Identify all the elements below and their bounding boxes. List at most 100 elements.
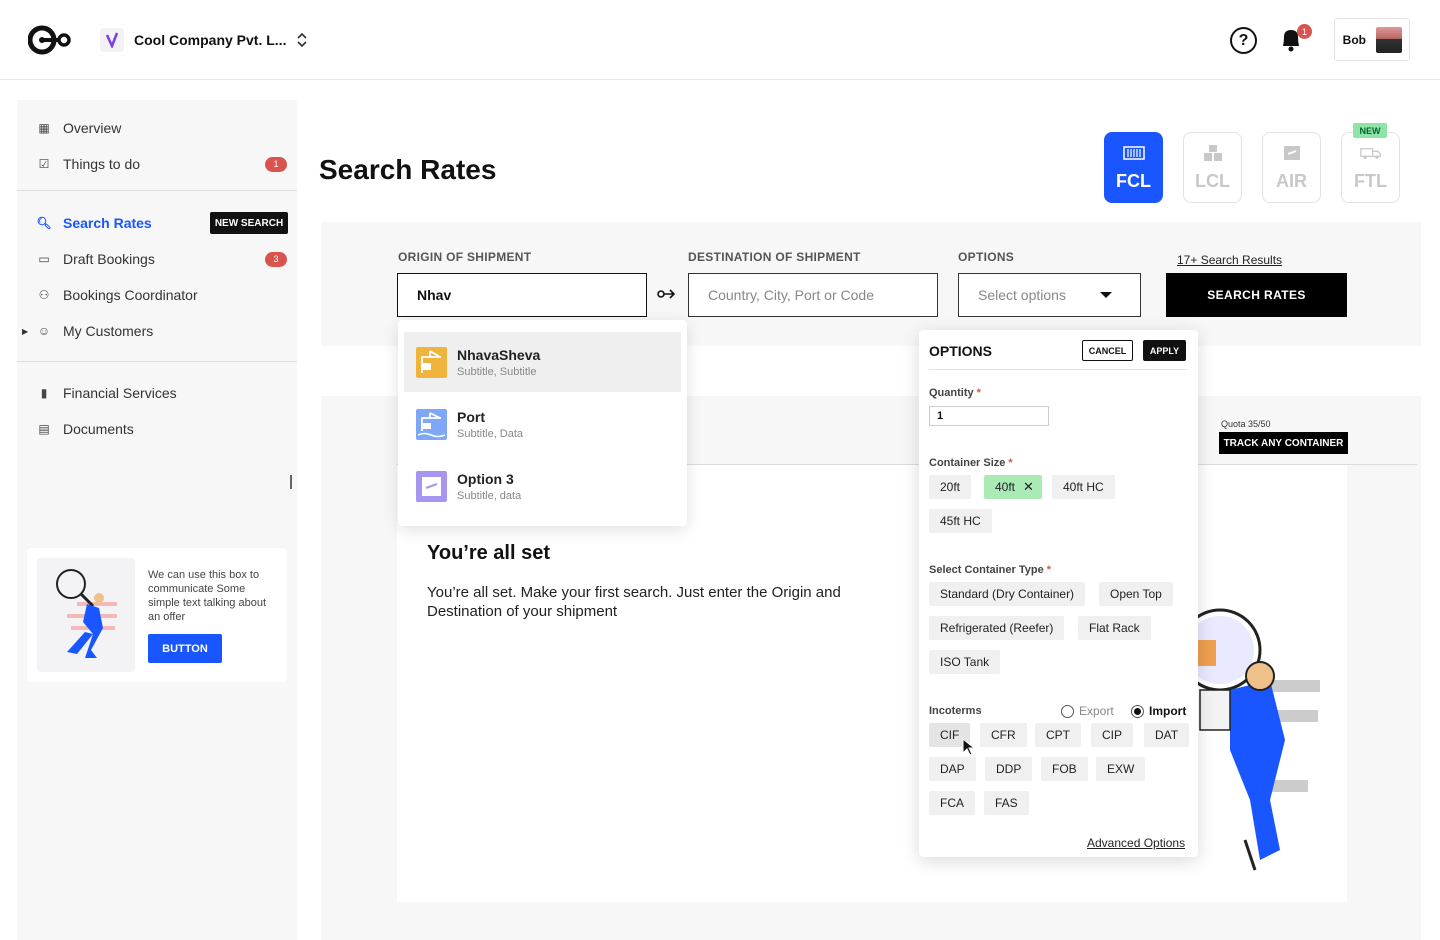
sidebar-resize-handle[interactable] [290,475,292,489]
user-menu[interactable]: Bob [1334,18,1410,61]
sidebar-item-label: My Customers [63,323,154,339]
divider [929,369,1187,370]
origin-input[interactable]: Nhav [397,273,647,317]
promo-button[interactable]: BUTTON [148,634,222,663]
size-chip-20ft[interactable]: 20ft [929,475,972,499]
incoterm-cfr[interactable]: CFR [980,723,1027,747]
search-rates-button[interactable]: SEARCH RATES [1166,273,1347,317]
company-switcher[interactable]: Cool Company Pvt. L... [100,28,308,52]
empty-state-illustration [1190,608,1320,871]
company-name: Cool Company Pvt. L... [134,32,287,48]
container-icon [1122,146,1145,160]
sidebar-item-documents[interactable]: ▤ Documents [37,421,133,437]
close-icon[interactable]: ✕ [1023,479,1034,495]
incoterm-ddp[interactable]: DDP [985,757,1033,781]
help-icon[interactable]: ? [1230,27,1257,54]
app-logo[interactable] [28,24,72,56]
empty-state-text: You’re all set. Make your first search. … [427,584,841,620]
sidebar-item-financial-services[interactable]: ▮ Financial Services [37,385,177,401]
promo-text: We can use this box to communicate Some … [148,569,267,623]
sidebar-item-draft-bookings[interactable]: ▭ Draft Bookings 3 [37,251,287,267]
sidebar-item-my-customers[interactable]: ☺ My Customers [37,323,153,339]
sidebar-item-things-to-do[interactable]: ☑ Things to do 1 [37,156,287,172]
size-chip-45ft-hc[interactable]: 45ft HC [929,509,992,533]
incoterm-dat[interactable]: DAT [1144,723,1190,747]
suggestion-item[interactable]: Option 3 Subtitle, data [404,456,681,516]
mode-label: FTL [1354,171,1387,191]
promo-illustration [37,558,135,672]
export-radio[interactable]: Export [1061,704,1114,718]
quantity-input[interactable]: 1 [929,406,1049,426]
search-icon: 🔍︎ [36,216,52,230]
sidebar-item-label: Things to do [63,156,141,172]
mode-ftl[interactable]: FTL [1341,132,1400,203]
advanced-options-link[interactable]: Advanced Options [1087,836,1185,850]
mouse-cursor-icon [962,738,976,756]
incoterm-fob[interactable]: FOB [1041,757,1088,781]
destination-input[interactable]: Country, City, Port or Code [688,273,938,317]
sidebar-item-label: Financial Services [63,385,177,401]
cancel-button[interactable]: CANCEL [1082,340,1133,361]
arrow-right-icon [657,289,676,299]
avatar [1376,26,1402,53]
chevron-updown-icon [297,33,308,47]
apply-button[interactable]: APPLY [1143,340,1186,361]
incoterm-fas[interactable]: FAS [984,791,1029,815]
promo-card: We can use this box to communicate Some … [27,548,287,682]
mode-label: AIR [1276,171,1307,191]
options-title: OPTIONS [929,343,993,359]
incoterm-exw[interactable]: EXW [1096,757,1146,781]
sidebar-item-search-rates[interactable]: 🔍︎ Search Rates [36,215,152,231]
incoterm-cip[interactable]: CIP [1091,723,1134,747]
origin-suggestions: NhavaSheva Subtitle, Subtitle Port Subti… [398,320,687,526]
options-select[interactable]: Select options [958,273,1141,317]
count-badge: 3 [265,251,287,267]
type-chip-reefer[interactable]: Refrigerated (Reefer) [929,616,1065,640]
divider [17,190,297,191]
incoterm-cpt[interactable]: CPT [1035,723,1081,747]
type-chip-iso-tank[interactable]: ISO Tank [929,650,1001,674]
expand-caret-icon[interactable]: ▶ [22,327,28,336]
dashboard-icon: ▦ [38,121,50,135]
document-icon: ▤ [38,422,50,436]
suggestion-item[interactable]: NhavaSheva Subtitle, Subtitle [404,332,681,392]
suggestion-item[interactable]: Port Subtitle, Data [404,394,681,454]
sidebar-item-label: Search Rates [63,215,152,231]
suggestion-subtitle: Subtitle, data [457,489,522,502]
type-chip-flat-rack[interactable]: Flat Rack [1078,616,1151,640]
mode-lcl[interactable]: LCL [1183,132,1242,203]
company-logo-icon [100,28,124,52]
suggestion-title: Option 3 [457,470,514,487]
new-search-badge[interactable]: NEW SEARCH [210,212,288,234]
options-label: OPTIONS [958,250,1015,264]
import-radio[interactable]: Import [1131,704,1186,718]
mode-air[interactable]: AIR [1262,132,1321,203]
size-chip-40ft[interactable]: 40ft ✕ [984,475,1042,499]
mode-fcl[interactable]: FCL [1104,132,1163,203]
incoterm-dap[interactable]: DAP [929,757,976,781]
draft-icon: ▭ [38,252,50,266]
suggestion-subtitle: Subtitle, Data [457,427,524,440]
new-badge: NEW [1353,123,1387,138]
radio-icon [1061,704,1074,718]
sidebar-item-label: Draft Bookings [63,251,155,267]
search-results-link[interactable]: 17+ Search Results [1177,253,1282,267]
type-chip-open-top[interactable]: Open Top [1099,582,1173,606]
boxes-icon [1203,145,1222,161]
sidebar-item-bookings-coordinator[interactable]: ⚇ Bookings Coordinator [37,287,198,303]
mode-label: FCL [1116,171,1151,191]
empty-state-title: You’re all set [427,542,551,564]
mode-label: LCL [1195,171,1230,191]
quantity-label: Quantity * [929,387,981,399]
size-chip-40ft-hc[interactable]: 40ft HC [1052,475,1115,499]
incoterm-fca[interactable]: FCA [929,791,975,815]
type-chip-standard[interactable]: Standard (Dry Container) [929,582,1086,606]
origin-label: ORIGIN OF SHIPMENT [398,250,532,264]
sidebar-item-label: Overview [63,120,122,136]
radio-checked-icon [1131,704,1144,718]
track-container-button[interactable]: TRACK ANY CONTAINER [1219,432,1348,454]
incoterms-label: Incoterms [929,705,982,717]
suggestion-subtitle: Subtitle, Subtitle [457,365,537,378]
sidebar-item-overview[interactable]: ▦ Overview [37,120,121,136]
chart-icon: ▮ [40,386,48,400]
